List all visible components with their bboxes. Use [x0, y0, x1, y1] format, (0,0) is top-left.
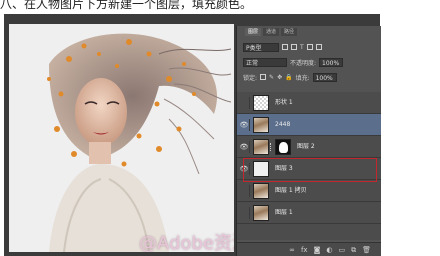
visibility-toggle[interactable] [239, 207, 250, 219]
lock-all-icon[interactable]: 🔒 [285, 74, 292, 81]
fill-label: 填充: [295, 74, 310, 82]
layers-panel: 图层 通道 路径 P类型 T 正常 不透明度: 100% 锁定: ✎ ✥ 🔒 填… [236, 26, 381, 256]
filter-smart-icon[interactable] [315, 44, 322, 50]
layer-row[interactable]: 👁 图层 2 [237, 136, 381, 158]
link-icon[interactable]: ∞ [289, 245, 295, 255]
layer-name: 图层 2 [297, 143, 315, 150]
layer-row[interactable]: 图层 1 [237, 202, 381, 224]
lock-move-icon[interactable]: ✥ [277, 74, 282, 81]
layer-row[interactable]: 形状 1 [237, 92, 381, 114]
layer-thumbnail [253, 95, 269, 111]
filter-type-icon[interactable]: T [300, 44, 304, 51]
adjustment-icon[interactable]: ◐ [326, 245, 332, 255]
visibility-toggle[interactable] [239, 185, 250, 197]
layer-name: 形状 1 [275, 99, 293, 106]
filter-shape-icon[interactable] [306, 44, 313, 50]
layer-row[interactable]: 👁 2448 [237, 114, 381, 136]
lock-row: 锁定: ✎ ✥ 🔒 填充: 100% [243, 72, 375, 82]
tab-paths[interactable]: 路径 [281, 28, 298, 36]
layer-row[interactable]: 图层 1 拷贝 [237, 180, 381, 202]
filter-kind-select[interactable]: P类型 [243, 42, 279, 52]
layer-name: 2448 [275, 121, 291, 128]
tab-channels[interactable]: 通道 [263, 28, 280, 36]
eye-icon[interactable]: 👁 [239, 119, 250, 131]
lock-label: 锁定: [243, 74, 258, 82]
highlight-box [243, 158, 377, 182]
layer-thumbnail [253, 205, 269, 221]
tab-layers[interactable]: 图层 [245, 28, 262, 36]
folder-icon[interactable]: ▭ [338, 245, 345, 255]
portrait-artwork [47, 33, 232, 252]
watermark-text: @Adobe资源库 [139, 233, 234, 252]
filter-row: P类型 T [243, 42, 375, 52]
filter-adjust-icon[interactable] [291, 44, 297, 50]
layer-thumbnail [253, 183, 269, 199]
photoshop-window: @Adobe资源库 图层 通道 路径 P类型 T 正常 不透明度: 100% 锁… [4, 14, 381, 256]
layer-mask-thumbnail[interactable] [275, 139, 291, 155]
filter-pixel-icon[interactable] [282, 44, 288, 50]
panel-tabs: 图层 通道 路径 [245, 28, 298, 36]
fill-field[interactable]: 100% [312, 72, 337, 82]
blend-mode-select[interactable]: 正常 [243, 57, 287, 67]
fx-icon[interactable]: fx [301, 245, 308, 255]
panel-footer: ∞ fx ◙ ◐ ▭ ⧉ 🗑 [237, 242, 381, 256]
lock-paint-icon[interactable]: ✎ [269, 74, 274, 81]
layer-name: 图层 1 拷贝 [275, 187, 307, 194]
visibility-toggle[interactable] [239, 97, 250, 109]
lock-transparent-icon[interactable] [260, 74, 267, 80]
layer-thumbnail [253, 117, 269, 133]
opacity-label: 不透明度: [290, 59, 317, 67]
trash-icon[interactable]: 🗑 [362, 245, 371, 255]
blend-row: 正常 不透明度: 100% [243, 57, 375, 67]
layer-thumbnail [253, 139, 269, 155]
instruction-text: 八、在人物图片下方新建一个图层，填充颜色。 [0, 0, 253, 11]
new-layer-icon[interactable]: ⧉ [351, 245, 356, 255]
mask-icon[interactable]: ◙ [314, 245, 321, 255]
document-canvas[interactable]: @Adobe资源库 [9, 24, 234, 252]
layer-name: 图层 1 [275, 209, 293, 216]
opacity-field[interactable]: 100% [319, 57, 344, 67]
eye-icon[interactable]: 👁 [239, 141, 250, 153]
